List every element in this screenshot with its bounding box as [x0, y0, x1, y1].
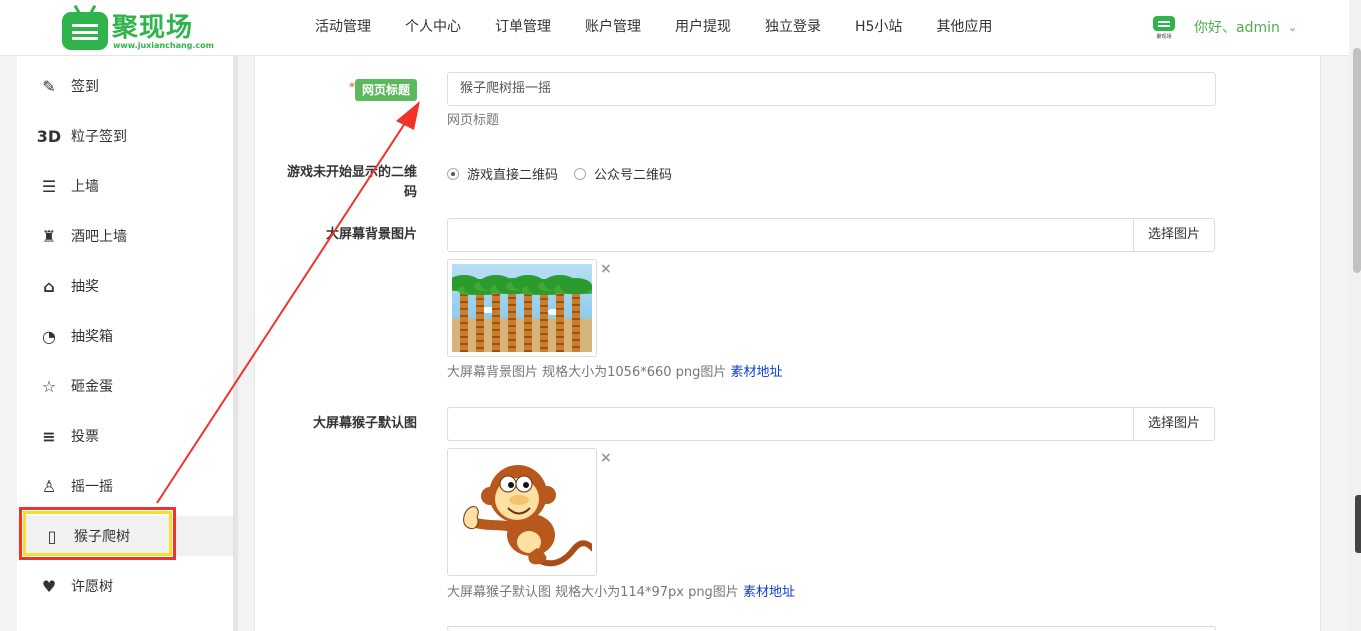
screen-background-preview	[447, 259, 597, 357]
mini-brand-icon: 聚现场	[1152, 13, 1176, 41]
sidebar-scrollbar[interactable]	[233, 56, 238, 631]
official-account-qr-radio[interactable]	[574, 167, 587, 180]
form-panel	[254, 56, 1321, 631]
monkey-image-spec: 大屏幕猴子默认图 规格大小为114*97px png图片	[447, 585, 739, 600]
sidebar-item-label: 投票	[71, 429, 99, 445]
monkey-image-material-link[interactable]: 素材地址	[743, 585, 795, 600]
sidebar-item-label: 摇一摇	[71, 479, 113, 495]
heart-icon: ♥	[41, 576, 57, 596]
star-icon: ☆	[41, 376, 57, 396]
logo-icon	[62, 12, 108, 50]
sidebar-item-golden-egg[interactable]: ☆ 砸金蛋	[17, 366, 233, 406]
brand-logo[interactable]: 聚现场 www.juxianchang.com	[60, 4, 220, 52]
monkey-image-upload: 选择图片	[447, 407, 1215, 441]
shake-icon: ♙	[41, 476, 57, 496]
sidebar-item-wall[interactable]: ☰ 上墙	[17, 166, 233, 206]
select-screen-background-button[interactable]: 选择图片	[1133, 218, 1215, 252]
game-qr-radio[interactable]	[447, 167, 459, 180]
list-icon: ≡	[42, 426, 56, 446]
edit-icon: ✎	[42, 76, 56, 96]
official-account-qr-label[interactable]: 公众号二维码	[594, 164, 672, 183]
page-scrollbar-thumb[interactable]	[1353, 48, 1361, 273]
nav-item-independent-login[interactable]: 独立登录	[748, 0, 838, 54]
sidebar-item-label: 抽奖	[71, 279, 99, 295]
game-qr-label[interactable]: 游戏直接二维码	[467, 164, 558, 183]
user-menu[interactable]: 聚现场 你好、admin ⌄	[1152, 10, 1297, 44]
pie-chart-icon: ◔	[42, 326, 56, 346]
screen-background-help: 大屏幕背景图片 规格大小为1056*660 png图片 素材地址	[447, 364, 783, 382]
sidebar-item-vote[interactable]: ≡ 投票	[17, 416, 233, 456]
chevron-down-icon: ⌄	[1287, 20, 1298, 34]
nav-item-activities[interactable]: 活动管理	[298, 0, 388, 54]
remove-monkey-image-icon[interactable]: ×	[600, 450, 612, 466]
monkey-image-help: 大屏幕猴子默认图 规格大小为114*97px png图片 素材地址	[447, 584, 795, 602]
brand-title: 聚现场	[112, 13, 194, 43]
annotation-yellow-highlight	[23, 511, 172, 556]
gift-icon: ⌂	[43, 276, 55, 296]
sidebar-item-shake[interactable]: ♙ 摇一摇	[17, 466, 233, 506]
sidebar-item-label: 砸金蛋	[71, 379, 113, 395]
monkey-image-path-input[interactable]	[447, 407, 1133, 441]
next-input-partial[interactable]	[447, 626, 1216, 631]
page-title-help: 网页标题	[447, 113, 500, 128]
3d-icon: 3D	[36, 126, 62, 146]
screen-background-upload: 选择图片	[447, 218, 1215, 252]
qr-mode-radio-group: 游戏直接二维码 公众号二维码	[447, 164, 688, 183]
screen-background-material-link[interactable]: 素材地址	[731, 365, 783, 380]
brand-subtitle: www.juxianchang.com	[113, 41, 215, 50]
nav-item-other-apps[interactable]: 其他应用	[919, 0, 1009, 54]
nav-item-accounts[interactable]: 账户管理	[568, 0, 658, 54]
monkey-image-preview	[447, 448, 597, 576]
sidebar-item-lottery-box[interactable]: ◔ 抽奖箱	[17, 316, 233, 356]
nav-item-h5-site[interactable]: H5小站	[838, 0, 919, 54]
user-greeting: 你好、admin	[1194, 20, 1280, 36]
qr-mode-label: 游戏未开始显示的二维码	[286, 165, 417, 200]
nav-item-orders[interactable]: 订单管理	[478, 0, 568, 54]
message-icon: ☰	[41, 176, 57, 196]
sidebar-item-checkin[interactable]: ✎ 签到	[17, 66, 233, 106]
monkey-image-label: 大屏幕猴子默认图	[312, 416, 417, 431]
screen-background-spec: 大屏幕背景图片 规格大小为1056*660 png图片	[447, 365, 727, 380]
remove-background-image-icon[interactable]: ×	[600, 261, 612, 277]
sidebar-item-wish-tree[interactable]: ♥ 许愿树	[17, 566, 233, 606]
sidebar-item-label: 酒吧上墙	[71, 229, 127, 245]
top-navigation-bar: 聚现场 www.juxianchang.com 活动管理 个人中心 订单管理 账…	[0, 0, 1361, 56]
sidebar-item-bar-wall[interactable]: ♜ 酒吧上墙	[17, 216, 233, 256]
sidebar-item-particle-checkin[interactable]: 3D 粒子签到	[17, 116, 233, 156]
sidebar-item-label: 抽奖箱	[71, 329, 113, 345]
side-tab-handle[interactable]	[1355, 495, 1361, 553]
nav-item-withdrawals[interactable]: 用户提现	[658, 0, 748, 54]
page-title-input[interactable]: 猴子爬树摇一摇	[447, 72, 1216, 106]
monkey-illustration-image	[463, 465, 592, 567]
sidebar-item-lottery[interactable]: ⌂ 抽奖	[17, 266, 233, 306]
select-monkey-image-button[interactable]: 选择图片	[1133, 407, 1215, 441]
sidebar-item-label: 上墙	[71, 179, 99, 195]
page-title-label-badge: 网页标题	[355, 79, 417, 101]
screen-background-label: 大屏幕背景图片	[325, 227, 417, 242]
bar-icon: ♜	[41, 226, 57, 246]
nav-item-personal-center[interactable]: 个人中心	[388, 0, 478, 54]
sidebar-item-label: 签到	[71, 79, 99, 95]
main-nav: 活动管理 个人中心 订单管理 账户管理 用户提现 独立登录 H5小站 其他应用	[298, 0, 1009, 54]
screen-background-path-input[interactable]	[447, 218, 1133, 252]
sidebar-item-label: 粒子签到	[71, 129, 127, 145]
sidebar-item-label: 许愿树	[71, 579, 113, 595]
palm-tree-background-image	[452, 264, 592, 352]
